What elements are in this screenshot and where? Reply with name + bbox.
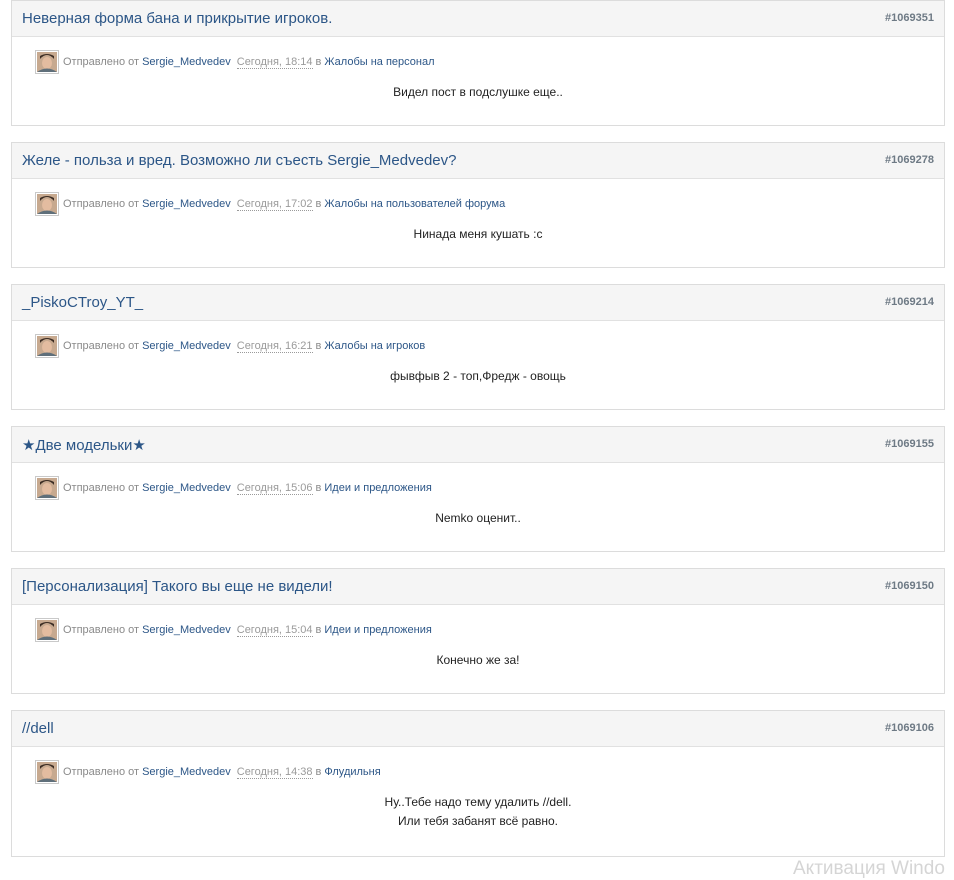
post-body-line: Нинада меня кушать :c <box>413 227 543 241</box>
post-card: //dell #1069106 Отправлено от Sergie_Med… <box>11 710 945 857</box>
post-meta: Отправлено от Sergie_Medvedev Сегодня, 1… <box>35 334 428 358</box>
post-card: Неверная форма бана и прикрытие игроков.… <box>11 0 945 126</box>
post-meta: Отправлено от Sergie_Medvedev Сегодня, 1… <box>35 618 435 642</box>
in-label: в <box>315 340 322 352</box>
post-card: [Персонализация] Такого вы еще не видели… <box>11 568 945 694</box>
forum-link[interactable]: Жалобы на пользователей форума <box>324 198 505 210</box>
forum-link[interactable]: Жалобы на персонал <box>324 56 434 68</box>
post-header: [Персонализация] Такого вы еще не видели… <box>12 569 944 605</box>
post-title-link[interactable]: ★Две модельки★ <box>22 436 146 454</box>
post-meta: Отправлено от Sergie_Medvedev Сегодня, 1… <box>35 760 384 784</box>
windows-activation-watermark: Активация Windo <box>793 858 945 879</box>
forum-link[interactable]: Флудильня <box>324 766 380 778</box>
post-time: Сегодня, 15:06 <box>236 481 313 495</box>
post-header: Желе - польза и вред. Возможно ли съесть… <box>12 143 944 179</box>
post-time: Сегодня, 15:04 <box>236 623 313 637</box>
post-title-link[interactable]: Желе - польза и вред. Возможно ли съесть… <box>22 152 456 169</box>
post-time: Сегодня, 18:14 <box>236 55 313 69</box>
post-body-line: Или тебя забанят всё равно. <box>397 814 558 828</box>
post-body: Нинада меня кушать :c <box>12 225 944 244</box>
user-avatar-icon[interactable] <box>35 50 59 74</box>
post-body-line: фывфыв 2 - топ,Фредж - овощь <box>390 369 566 383</box>
in-label: в <box>315 198 322 210</box>
post-title-link[interactable]: Неверная форма бана и прикрытие игроков. <box>22 10 332 27</box>
author-link[interactable]: Sergie_Medvedev <box>142 482 231 494</box>
post-meta: Отправлено от Sergie_Medvedev Сегодня, 1… <box>35 50 438 74</box>
post-meta: Отправлено от Sergie_Medvedev Сегодня, 1… <box>35 192 508 216</box>
post-body: Ну..Тебе надо тему удалить //dell. Или т… <box>12 793 944 831</box>
post-header: ★Две модельки★ #1069155 <box>12 427 944 463</box>
author-link[interactable]: Sergie_Medvedev <box>142 766 231 778</box>
author-link[interactable]: Sergie_Medvedev <box>142 198 231 210</box>
sent-by-label: Отправлено от <box>63 482 140 494</box>
post-body-line: Nemko оценит.. <box>435 511 521 525</box>
post-id-link[interactable]: #1069106 <box>885 722 934 734</box>
post-time: Сегодня, 16:21 <box>236 339 313 353</box>
author-link[interactable]: Sergie_Medvedev <box>142 624 231 636</box>
sent-by-label: Отправлено от <box>63 340 140 352</box>
forum-link[interactable]: Жалобы на игроков <box>324 340 425 352</box>
post-time: Сегодня, 14:38 <box>236 765 313 779</box>
sent-by-label: Отправлено от <box>63 198 140 210</box>
user-avatar-icon[interactable] <box>35 760 59 784</box>
post-card: Желе - польза и вред. Возможно ли съесть… <box>11 142 945 268</box>
in-label: в <box>315 624 322 636</box>
post-id-link[interactable]: #1069351 <box>885 12 934 24</box>
post-card: _PiskoCTroy_YT_ #1069214 Отправлено от S… <box>11 284 945 410</box>
in-label: в <box>315 482 322 494</box>
post-card: ★Две модельки★ #1069155 Отправлено от Se… <box>11 426 945 552</box>
post-header: //dell #1069106 <box>12 711 944 747</box>
user-avatar-icon[interactable] <box>35 192 59 216</box>
post-body: Nemko оценит.. <box>12 509 944 528</box>
author-link[interactable]: Sergie_Medvedev <box>142 56 231 68</box>
post-time: Сегодня, 17:02 <box>236 197 313 211</box>
post-title-link[interactable]: _PiskoCTroy_YT_ <box>22 294 143 311</box>
post-title-link[interactable]: //dell <box>22 720 54 737</box>
user-avatar-icon[interactable] <box>35 476 59 500</box>
post-body: Конечно же за! <box>12 651 944 670</box>
author-link[interactable]: Sergie_Medvedev <box>142 340 231 352</box>
user-avatar-icon[interactable] <box>35 334 59 358</box>
post-title-link[interactable]: [Персонализация] Такого вы еще не видели… <box>22 578 333 595</box>
forum-link[interactable]: Идеи и предложения <box>324 624 431 636</box>
post-body: фывфыв 2 - топ,Фредж - овощь <box>12 367 944 386</box>
sent-by-label: Отправлено от <box>63 766 140 778</box>
post-header: _PiskoCTroy_YT_ #1069214 <box>12 285 944 321</box>
post-id-link[interactable]: #1069155 <box>885 438 934 450</box>
post-id-link[interactable]: #1069150 <box>885 580 934 592</box>
forum-link[interactable]: Идеи и предложения <box>324 482 431 494</box>
post-id-link[interactable]: #1069278 <box>885 154 934 166</box>
post-body: Видел пост в подслушке еще.. <box>12 83 944 102</box>
sent-by-label: Отправлено от <box>63 56 140 68</box>
in-label: в <box>315 56 322 68</box>
sent-by-label: Отправлено от <box>63 624 140 636</box>
post-body-line: Конечно же за! <box>436 653 520 667</box>
post-body-line: Видел пост в подслушке еще.. <box>393 85 563 99</box>
post-body-line: Ну..Тебе надо тему удалить //dell. <box>384 795 572 809</box>
post-header: Неверная форма бана и прикрытие игроков.… <box>12 1 944 37</box>
user-avatar-icon[interactable] <box>35 618 59 642</box>
post-id-link[interactable]: #1069214 <box>885 296 934 308</box>
in-label: в <box>315 766 322 778</box>
post-meta: Отправлено от Sergie_Medvedev Сегодня, 1… <box>35 476 435 500</box>
